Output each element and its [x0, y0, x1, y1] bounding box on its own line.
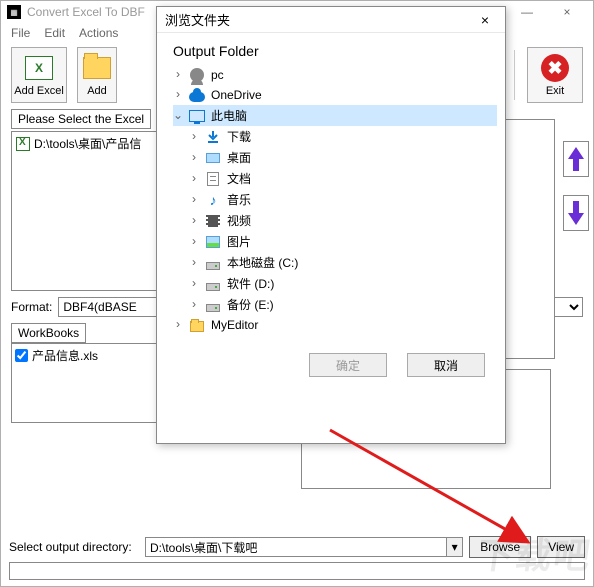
- add-excel-button[interactable]: X Add Excel: [11, 47, 67, 103]
- expand-icon[interactable]: ›: [189, 214, 199, 228]
- expand-icon[interactable]: ›: [189, 256, 199, 270]
- expand-icon[interactable]: ›: [189, 151, 199, 165]
- expand-icon[interactable]: ›: [189, 235, 199, 249]
- minimize-button[interactable]: —: [507, 2, 547, 22]
- dialog-title: 浏览文件夹: [165, 10, 473, 29]
- tree-node-onedrive[interactable]: › OneDrive: [173, 85, 497, 105]
- exit-icon: ✖: [541, 54, 569, 82]
- expand-icon[interactable]: ›: [189, 277, 199, 291]
- excel-icon: X: [25, 56, 53, 80]
- browse-button[interactable]: Browse: [469, 536, 531, 558]
- tree-node-videos[interactable]: › 视频: [173, 210, 497, 231]
- drive-icon: [206, 262, 220, 270]
- chevron-down-icon[interactable]: ▾: [446, 538, 462, 556]
- expand-icon[interactable]: ›: [189, 298, 199, 312]
- computer-icon: [189, 110, 205, 122]
- menu-file[interactable]: File: [11, 26, 30, 40]
- app-icon: ▦: [7, 5, 21, 19]
- video-icon: [206, 215, 220, 227]
- picture-icon: [206, 236, 220, 248]
- desktop-icon: [206, 153, 220, 163]
- output-dir-path: D:\tools\桌面\下载吧: [150, 539, 257, 556]
- workbook-checkbox[interactable]: [15, 349, 28, 362]
- download-icon: [205, 129, 221, 145]
- ok-button[interactable]: 确定: [309, 353, 387, 377]
- arrow-up-icon: [568, 147, 584, 171]
- exit-button[interactable]: ✖ Exit: [527, 47, 583, 103]
- view-button[interactable]: View: [537, 536, 585, 558]
- cancel-button[interactable]: 取消: [407, 353, 485, 377]
- music-icon: ♪: [205, 192, 221, 208]
- expand-icon[interactable]: ›: [189, 172, 199, 186]
- status-bar: [9, 562, 585, 580]
- move-up-button[interactable]: [563, 141, 589, 177]
- menu-edit[interactable]: Edit: [44, 26, 65, 40]
- tree-node-drive-e[interactable]: › 备份 (E:): [173, 294, 497, 315]
- user-icon: [190, 68, 204, 82]
- workbook-name: 产品信息.xls: [32, 347, 98, 364]
- expand-icon[interactable]: ›: [173, 318, 183, 332]
- output-dir-combo[interactable]: D:\tools\桌面\下载吧 ▾: [145, 537, 463, 557]
- tree-node-music[interactable]: › ♪ 音乐: [173, 189, 497, 210]
- dialog-close-button[interactable]: ×: [473, 10, 497, 30]
- folder-icon: [83, 57, 111, 79]
- xls-icon: [16, 137, 30, 151]
- tree-node-drive-d[interactable]: › 软件 (D:): [173, 273, 497, 294]
- drive-icon: [206, 304, 220, 312]
- expand-icon[interactable]: ›: [189, 193, 199, 207]
- tree-node-myeditor[interactable]: › MyEditor: [173, 315, 497, 335]
- select-excel-label: Please Select the Excel: [11, 109, 151, 129]
- exit-label: Exit: [546, 85, 564, 97]
- workbooks-label: WorkBooks: [11, 323, 86, 343]
- tree-node-this-pc[interactable]: ⌄ 此电脑: [173, 105, 497, 126]
- tree-node-downloads[interactable]: › 下载: [173, 126, 497, 147]
- tree-node-desktop[interactable]: › 桌面: [173, 147, 497, 168]
- close-button[interactable]: ×: [547, 2, 587, 22]
- tree-node-pictures[interactable]: › 图片: [173, 231, 497, 252]
- tree-node-drive-c[interactable]: › 本地磁盘 (C:): [173, 252, 497, 273]
- tree-node-documents[interactable]: › 文档: [173, 168, 497, 189]
- drive-icon: [206, 283, 220, 291]
- add-folder-button[interactable]: Add: [77, 47, 117, 103]
- document-icon: [207, 172, 219, 186]
- folder-tree[interactable]: › pc › OneDrive ⌄ 此电脑 › 下载 › 桌面 › 文档: [157, 65, 505, 343]
- tree-node-pc[interactable]: › pc: [173, 65, 497, 85]
- add-folder-label: Add: [87, 85, 107, 97]
- format-label: Format:: [11, 300, 52, 314]
- cloud-icon: [189, 92, 205, 102]
- expand-icon[interactable]: ›: [189, 130, 199, 144]
- dialog-subtitle: Output Folder: [157, 33, 505, 65]
- dialog-titlebar: 浏览文件夹 ×: [157, 7, 505, 33]
- move-down-button[interactable]: [563, 195, 589, 231]
- menu-actions[interactable]: Actions: [79, 26, 118, 40]
- output-dir-label: Select output directory:: [9, 540, 139, 554]
- add-excel-label: Add Excel: [14, 85, 64, 97]
- arrow-down-icon: [568, 201, 584, 225]
- folder-icon: [190, 321, 204, 332]
- browse-folder-dialog: 浏览文件夹 × Output Folder › pc › OneDrive ⌄ …: [156, 6, 506, 444]
- toolbar-separator: [514, 50, 515, 100]
- expand-icon[interactable]: ›: [173, 68, 183, 82]
- file-path-text: D:\tools\桌面\产品信: [34, 135, 141, 152]
- expand-icon[interactable]: ›: [173, 88, 183, 102]
- collapse-icon[interactable]: ⌄: [173, 108, 183, 123]
